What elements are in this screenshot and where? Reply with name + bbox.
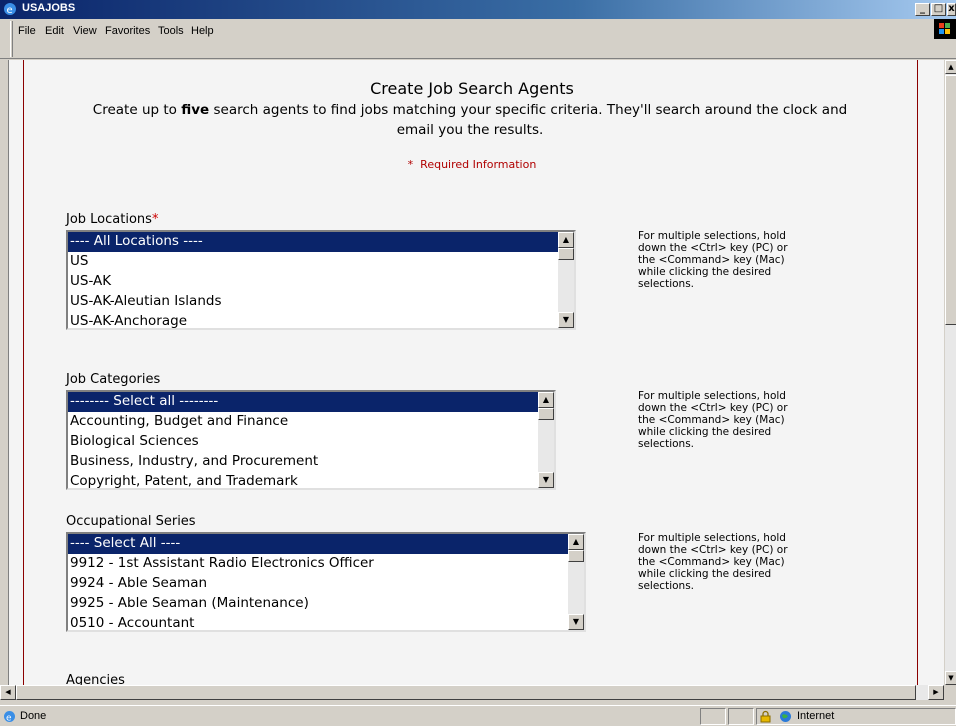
minimize-button[interactable]: _	[915, 3, 930, 16]
page-vertical-scrollbar[interactable]: ▲ ▼	[944, 60, 956, 685]
page-hscroll-thumb[interactable]	[16, 685, 916, 700]
list-option[interactable]: ---- All Locations ----	[68, 232, 558, 252]
menu-edit[interactable]: Edit	[45, 25, 64, 37]
list-option[interactable]: ---- Select All ----	[68, 534, 568, 554]
scroll-up-icon[interactable]: ▲	[568, 534, 584, 550]
list-option[interactable]: Business, Industry, and Procurement	[68, 452, 538, 472]
title-bar: e USAJOBS _ □ x	[0, 0, 956, 19]
maximize-button[interactable]: □	[931, 3, 946, 16]
scroll-thumb[interactable]	[538, 408, 554, 420]
intro-after: search agents to find jobs matching your…	[209, 102, 848, 138]
list-option[interactable]: Accounting, Budget and Finance	[68, 412, 538, 432]
multi-select-hint: For multiple selections, hold down the <…	[638, 230, 788, 290]
listbox-scrollbar[interactable]: ▲ ▼	[558, 232, 574, 328]
listbox-scrollbar[interactable]: ▲ ▼	[538, 392, 554, 488]
multi-select-hint: For multiple selections, hold down the <…	[638, 532, 788, 592]
list-option[interactable]: -------- Select all --------	[68, 392, 538, 412]
list-option[interactable]: US	[68, 252, 558, 272]
list-option[interactable]: US-AK	[68, 272, 558, 292]
status-text: Done	[20, 710, 47, 722]
status-panel	[700, 708, 726, 725]
occupational-series-label: Occupational Series	[66, 514, 196, 529]
scroll-up-icon[interactable]: ▲	[945, 60, 956, 74]
job-locations-listbox[interactable]: ---- All Locations ---- US US-AK US-AK-A…	[66, 230, 576, 330]
status-bar: e Done Internet	[0, 705, 956, 726]
required-marker: *	[151, 212, 159, 227]
browser-window: e USAJOBS _ □ x File Edit View Favorites…	[0, 0, 956, 726]
lock-icon	[760, 710, 771, 723]
required-note: * Required Information	[0, 158, 944, 171]
job-categories-label: Job Categories	[66, 372, 161, 387]
list-option[interactable]: US-AK-Aleutian Islands	[68, 292, 558, 312]
zone-text: Internet	[797, 710, 835, 722]
page-content: Create Job Search Agents Create up to fi…	[0, 60, 944, 685]
globe-icon	[780, 711, 791, 722]
list-option[interactable]: 9924 - Able Seaman	[68, 574, 568, 594]
list-option[interactable]: Copyright, Patent, and Trademark	[68, 472, 538, 488]
required-star: *	[407, 158, 414, 171]
menu-file[interactable]: File	[18, 25, 36, 37]
page-title: Create Job Search Agents	[370, 79, 574, 98]
page-horizontal-scrollbar[interactable]: ◀ ▶	[0, 685, 944, 700]
job-locations-label-text: Job Locations	[66, 212, 152, 227]
list-option[interactable]: 9925 - Able Seaman (Maintenance)	[68, 594, 568, 614]
menu-tools[interactable]: Tools	[158, 25, 184, 37]
scroll-down-icon[interactable]: ▼	[945, 671, 956, 685]
menu-view[interactable]: View	[73, 25, 97, 37]
menu-grip	[10, 21, 13, 57]
list-option[interactable]: 9912 - 1st Assistant Radio Electronics O…	[68, 554, 568, 574]
page-scroll-thumb[interactable]	[945, 75, 956, 325]
occupational-series-listbox[interactable]: ---- Select All ---- 9912 - 1st Assistan…	[66, 532, 586, 632]
menu-bar: File Edit View Favorites Tools Help	[0, 19, 956, 59]
list-option[interactable]: US-AK-Anchorage	[68, 312, 558, 328]
left-rule	[23, 60, 24, 685]
job-locations-label: Job Locations*	[66, 212, 158, 227]
svg-text:e: e	[6, 714, 12, 724]
windows-flag-icon	[939, 23, 950, 34]
page-icon: e	[4, 711, 15, 724]
page-gutter	[0, 60, 9, 685]
agencies-label: Agencies	[66, 673, 125, 685]
right-rule	[917, 60, 918, 685]
intro-before: Create up to	[92, 102, 182, 118]
scroll-left-icon[interactable]: ◀	[0, 685, 16, 700]
list-option[interactable]: Biological Sciences	[68, 432, 538, 452]
scroll-up-icon[interactable]: ▲	[558, 232, 574, 248]
scroll-up-icon[interactable]: ▲	[538, 392, 554, 408]
listbox-scrollbar[interactable]: ▲ ▼	[568, 534, 584, 630]
list-option[interactable]: 0510 - Accountant	[68, 614, 568, 630]
throbber	[934, 19, 956, 39]
close-button[interactable]: x	[947, 3, 956, 16]
internet-explorer-icon: e	[4, 3, 16, 16]
scroll-down-icon[interactable]: ▼	[568, 614, 584, 630]
scroll-right-icon[interactable]: ▶	[928, 685, 944, 700]
multi-select-hint: For multiple selections, hold down the <…	[638, 390, 788, 450]
scroll-thumb[interactable]	[568, 550, 584, 562]
required-text: Required Information	[420, 158, 537, 171]
zone-panel: Internet	[756, 708, 956, 725]
menu-favorites[interactable]: Favorites	[105, 25, 150, 37]
menu-help[interactable]: Help	[191, 25, 214, 37]
svg-text:e: e	[7, 5, 13, 16]
intro-text: Create up to five search agents to find …	[75, 100, 865, 140]
window-title: USAJOBS	[22, 2, 76, 14]
intro-bold: five	[181, 102, 210, 118]
scroll-down-icon[interactable]: ▼	[558, 312, 574, 328]
scroll-thumb[interactable]	[558, 248, 574, 260]
scroll-down-icon[interactable]: ▼	[538, 472, 554, 488]
status-panel	[728, 708, 754, 725]
job-categories-listbox[interactable]: -------- Select all -------- Accounting,…	[66, 390, 556, 490]
